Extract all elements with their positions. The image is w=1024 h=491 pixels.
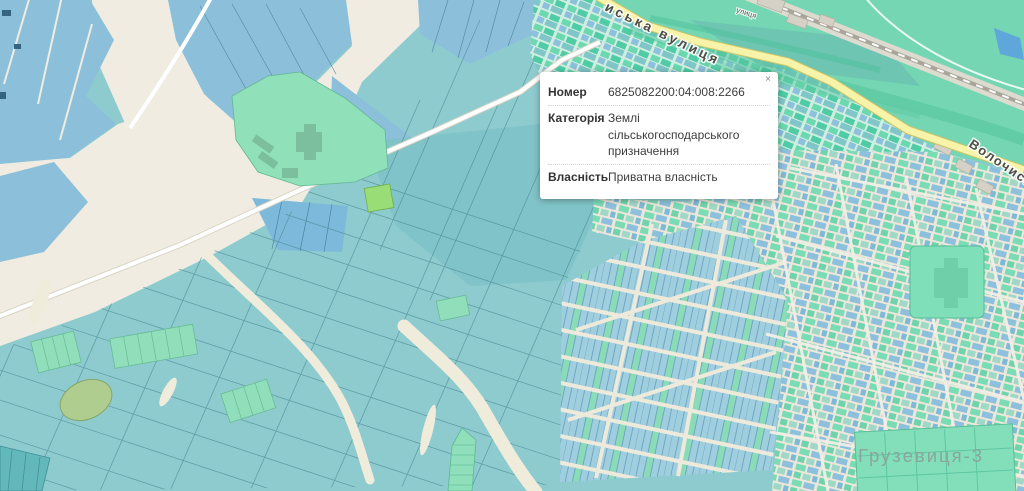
map-canvas[interactable]: иська вулиця Волочиськ улиця Грузевиця-3	[0, 0, 1024, 491]
popup-row-number: Номер 6825082200:04:008:2266	[548, 80, 770, 105]
settlement-label: Грузевиця-3	[858, 445, 984, 466]
parcel-info-popup: × Номер 6825082200:04:008:2266 Категорія…	[540, 72, 778, 199]
popup-label: Номер	[548, 84, 608, 101]
popup-row-category: Категорія Землі сільськогосподарського п…	[548, 105, 770, 164]
popup-label: Власність	[548, 169, 608, 186]
popup-row-ownership: Власність Приватна власність	[548, 164, 770, 190]
popup-close-button[interactable]: ×	[765, 75, 771, 85]
popup-value: 6825082200:04:008:2266	[608, 84, 770, 101]
cadastral-map-viewer: иська вулиця Волочиськ улиця Грузевиця-3…	[0, 0, 1024, 491]
popup-value: Землі сільськогосподарського призначення	[608, 110, 770, 160]
popup-label: Категорія	[548, 110, 608, 160]
popup-value: Приватна власність	[608, 169, 770, 186]
